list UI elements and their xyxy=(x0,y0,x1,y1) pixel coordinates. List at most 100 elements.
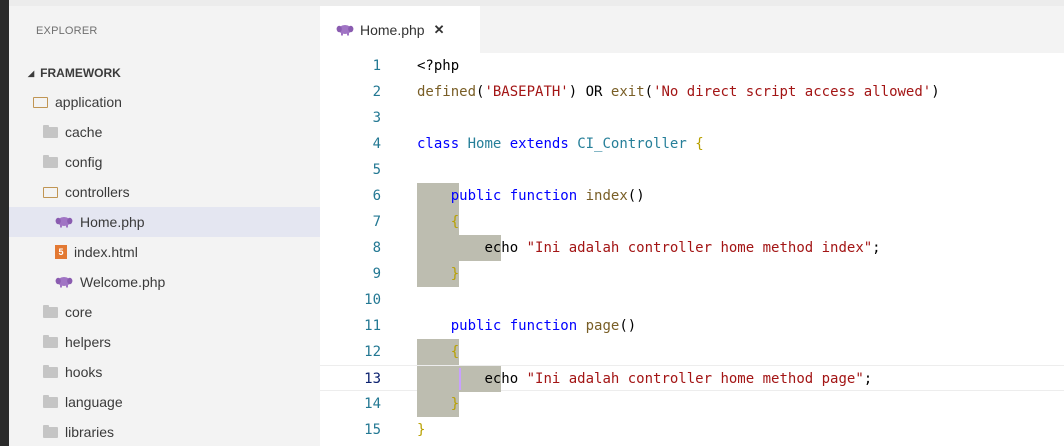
code-token: () xyxy=(627,188,645,204)
folder-icon xyxy=(43,424,58,438)
tree-item-label: application xyxy=(55,94,122,110)
code-text: defined('BASEPATH') OR exit('No direct s… xyxy=(417,79,940,105)
code-text: echo "Ini adalah controller home method … xyxy=(417,366,872,392)
code-line[interactable]: 6 public function index() xyxy=(320,183,1064,209)
line-number: 14 xyxy=(364,396,381,412)
code-token: index xyxy=(585,188,628,204)
code-editor[interactable]: 1 <?php 2 defined('BASEPATH') OR exit('No d… xyxy=(320,53,1064,446)
tree-item-application[interactable]: application xyxy=(9,87,320,117)
code-line[interactable]: 9 } xyxy=(320,261,1064,287)
code-text: public function page() xyxy=(417,313,636,339)
tree-item-language[interactable]: language xyxy=(9,387,320,417)
code-token: echo xyxy=(484,371,519,387)
tree-item-core[interactable]: core xyxy=(9,297,320,327)
code-token: () xyxy=(619,318,637,334)
code-text: class Home extends CI_Controller { xyxy=(417,131,704,157)
code-text: echo "Ini adalah controller home method … xyxy=(417,235,881,261)
code-token: echo xyxy=(484,240,519,256)
folder-open-icon xyxy=(33,96,48,108)
code-text: } xyxy=(417,391,459,417)
code-token: ( xyxy=(644,84,654,100)
tab-bar: Home.php ✕ xyxy=(320,6,1064,53)
code-token: } xyxy=(450,396,460,412)
tree-item-label: hooks xyxy=(65,364,103,380)
code-line[interactable]: 7 { xyxy=(320,209,1064,235)
tree-item-label: core xyxy=(65,304,93,320)
code-line[interactable]: 4 class Home extends CI_Controller { xyxy=(320,131,1064,157)
html5-icon: 5 xyxy=(55,245,67,259)
explorer-title: EXPLORER xyxy=(36,25,98,37)
code-line[interactable]: 1 <?php xyxy=(320,53,1064,79)
code-line[interactable]: 14 } xyxy=(320,391,1064,417)
folder-icon xyxy=(43,124,58,138)
code-line[interactable]: 8 echo "Ini adalah controller home metho… xyxy=(320,235,1064,261)
code-token: 'BASEPATH' xyxy=(484,84,569,100)
line-number: 1 xyxy=(372,58,381,74)
code-token: 'No direct script access allowed' xyxy=(653,84,932,100)
code-line[interactable]: 5 xyxy=(320,157,1064,183)
code-token: function xyxy=(509,188,578,204)
tree-item-controllers[interactable]: controllers xyxy=(9,177,320,207)
code-line[interactable]: 3 xyxy=(320,105,1064,131)
code-token: "Ini adalah controller home method index… xyxy=(526,240,873,256)
line-number: 3 xyxy=(372,110,381,126)
tree-item-config[interactable]: config xyxy=(9,147,320,177)
folder-icon xyxy=(43,364,58,378)
tree-item-label: helpers xyxy=(65,334,111,350)
tree-item-label: controllers xyxy=(65,184,130,200)
line-number: 11 xyxy=(364,318,381,334)
tab-label: Home.php xyxy=(360,21,425,38)
code-line[interactable]: 10 xyxy=(320,287,1064,313)
line-number: 2 xyxy=(372,84,381,100)
code-token: public xyxy=(450,188,502,204)
line-number: 8 xyxy=(372,240,381,256)
close-icon[interactable]: ✕ xyxy=(434,22,445,38)
code-token: } xyxy=(417,422,426,438)
folder-icon xyxy=(43,334,58,348)
tree-item-label: libraries xyxy=(65,424,115,440)
tree-item-label: Home.php xyxy=(80,214,145,230)
tab-home-php[interactable]: Home.php ✕ xyxy=(320,6,480,53)
workspace-name: FRAMEWORK xyxy=(40,66,121,80)
tree-item-helpers[interactable]: helpers xyxy=(9,327,320,357)
line-number: 4 xyxy=(372,136,381,152)
tree-item-label: Welcome.php xyxy=(80,274,166,290)
workspace-folder-header[interactable]: ◢ FRAMEWORK xyxy=(28,66,121,80)
code-token: ) xyxy=(931,84,940,100)
code-line[interactable]: 12 { xyxy=(320,339,1064,365)
tree-item-home-php[interactable]: Home.php xyxy=(9,207,320,237)
tree-item-cache[interactable]: cache xyxy=(9,117,320,147)
code-line[interactable]: 2 defined('BASEPATH') OR exit('No direct … xyxy=(320,79,1064,105)
php-elephant-icon xyxy=(55,217,73,228)
tree-item-hooks[interactable]: hooks xyxy=(9,357,320,387)
code-line[interactable]: 11 public function page() xyxy=(320,313,1064,339)
code-token: OR xyxy=(585,84,603,100)
line-number: 12 xyxy=(364,344,381,360)
tree-item-label: language xyxy=(65,394,123,410)
tree-item-index-html[interactable]: 5 index.html xyxy=(9,237,320,267)
code-token: "Ini adalah controller home method page" xyxy=(526,371,864,387)
code-token: page xyxy=(585,318,620,334)
tree-item-libraries[interactable]: libraries xyxy=(9,417,320,447)
code-line[interactable]: 13 echo "Ini adalah controller home meth… xyxy=(320,365,1064,392)
code-token: exit xyxy=(610,84,645,100)
code-token: class xyxy=(417,136,460,152)
line-number: 7 xyxy=(372,214,381,230)
folder-icon xyxy=(43,394,58,408)
tree-item-welcome-php[interactable]: Welcome.php xyxy=(9,267,320,297)
code-line[interactable]: 15} xyxy=(320,417,1064,443)
code-token: defined xyxy=(417,84,477,100)
code-token: function xyxy=(509,318,578,334)
code-token: ; xyxy=(872,240,881,256)
tree-item-label: config xyxy=(65,154,103,170)
code-token: extends xyxy=(509,136,569,152)
